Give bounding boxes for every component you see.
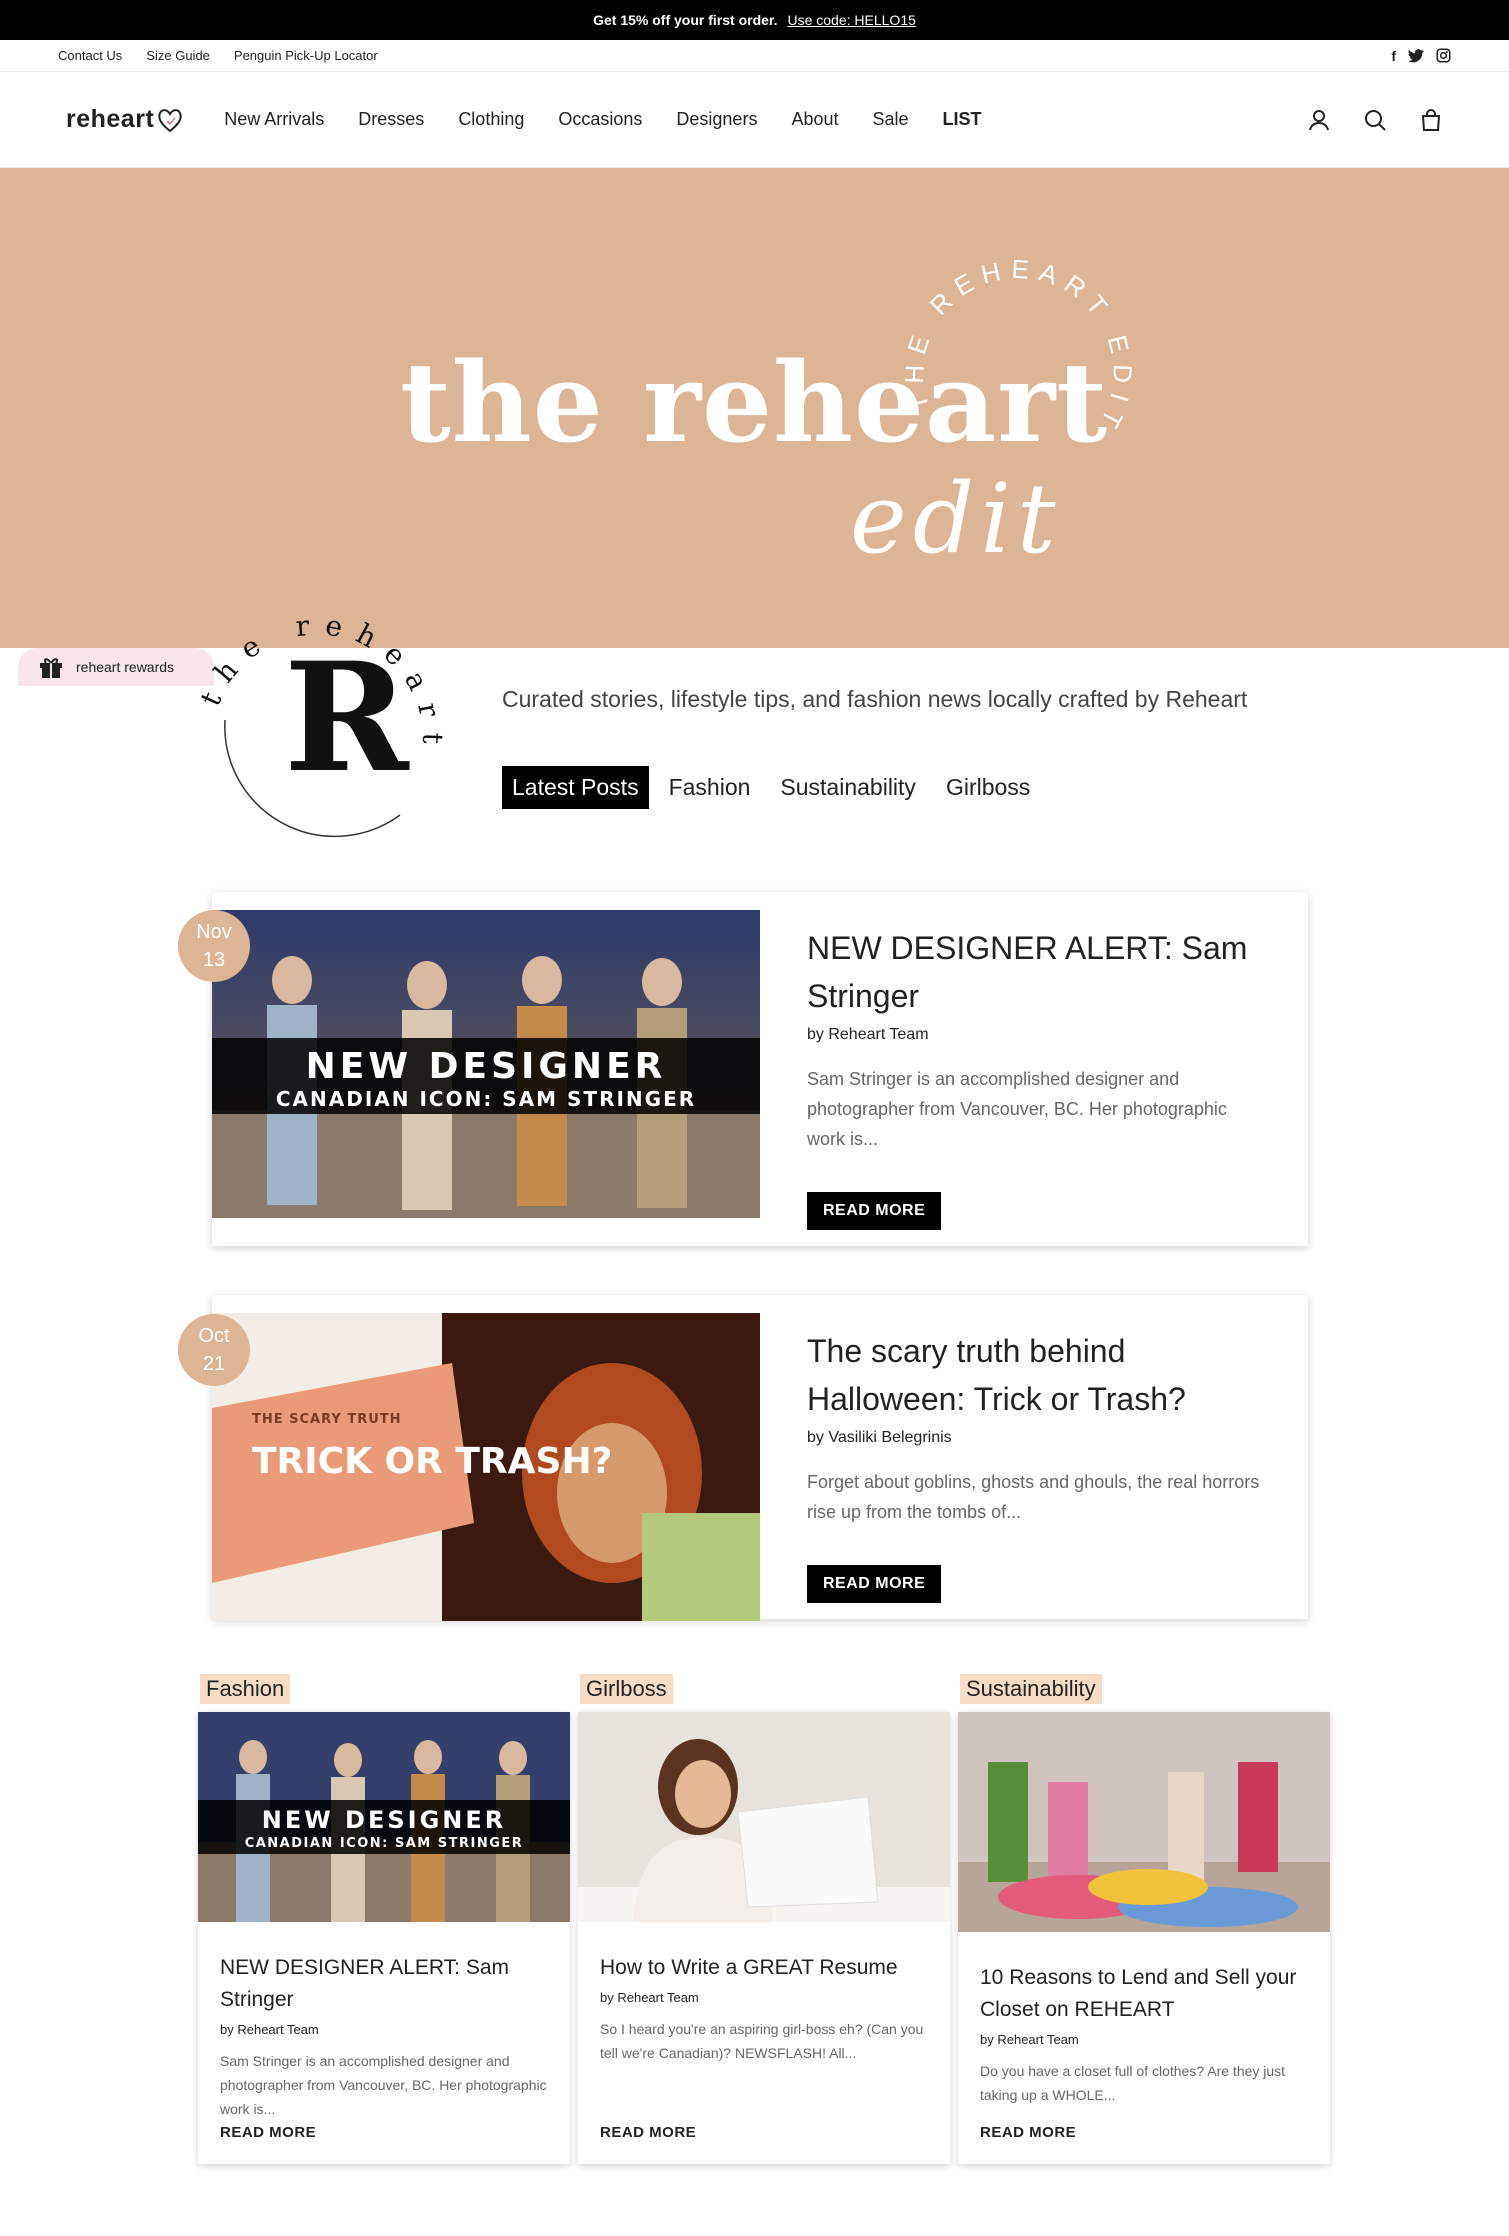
instagram-icon[interactable] [1436, 48, 1451, 63]
post-author: by Reheart Team [220, 2022, 319, 2037]
nav-clothing[interactable]: Clothing [458, 109, 524, 130]
post-image[interactable] [958, 1712, 1330, 1932]
post-title[interactable]: NEW DESIGNER ALERT: Sam Stringer [807, 924, 1267, 1020]
facebook-icon[interactable]: f [1391, 48, 1396, 64]
svg-text:CANADIAN ICON: SAM STRINGER: CANADIAN ICON: SAM STRINGER [276, 1087, 696, 1111]
post-image[interactable] [578, 1712, 950, 1922]
category-post-card: Fashion NEW DESIGNER CANADIAN ICON: SAM … [198, 1674, 570, 2164]
read-more-link[interactable]: READ MORE [980, 2124, 1076, 2141]
featured-post-card: THE SCARY TRUTH TRICK OR TRASH? The scar… [212, 1295, 1308, 1621]
account-icon[interactable] [1307, 108, 1331, 132]
date-day: 13 [202, 949, 226, 971]
read-more-link[interactable]: READ MORE [220, 2124, 316, 2141]
nav-occasions[interactable]: Occasions [558, 109, 642, 130]
rewards-launcher[interactable]: reheart rewards [18, 648, 214, 686]
post-author: by Vasiliki Belegrinis [807, 1429, 952, 1446]
post-title[interactable]: 10 Reasons to Lend and Sell your Closet … [980, 1962, 1316, 2026]
hero-title: the reheart [400, 338, 1109, 467]
featured-post-card: NEW DESIGNER CANADIAN ICON: SAM STRINGER… [212, 892, 1308, 1246]
svg-text:NEW DESIGNER: NEW DESIGNER [306, 1046, 667, 1087]
size-guide-link[interactable]: Size Guide [146, 48, 210, 63]
post-image[interactable]: NEW DESIGNER CANADIAN ICON: SAM STRINGER [212, 910, 760, 1218]
main-header: reheart New Arrivals Dresses Clothing Oc… [0, 72, 1509, 168]
gift-icon [40, 658, 62, 678]
nav-designers[interactable]: Designers [676, 109, 757, 130]
post-excerpt: So I heard you're an aspiring girl-boss … [600, 2021, 924, 2061]
hero-script: edit [850, 463, 1062, 575]
category-post-card: Girlboss How to Write a GREAT Resume by … [578, 1674, 950, 2164]
post-date-badge: Oct 21 [178, 1314, 250, 1386]
read-more-button[interactable]: READ MORE [807, 1565, 942, 1603]
read-more-button[interactable]: READ MORE [807, 1192, 942, 1230]
category-label[interactable]: Sustainability [960, 1674, 1102, 1704]
date-month: Nov [196, 921, 232, 943]
logo-text: reheart [66, 105, 155, 133]
category-label[interactable]: Girlboss [580, 1674, 673, 1704]
post-author: by Reheart Team [807, 1026, 929, 1043]
tab-fashion[interactable]: Fashion [659, 766, 761, 809]
cart-icon[interactable] [1419, 108, 1443, 132]
read-more-link[interactable]: READ MORE [600, 2124, 696, 2141]
post-title[interactable]: How to Write a GREAT Resume [600, 1952, 936, 1984]
post-image[interactable]: NEW DESIGNER CANADIAN ICON: SAM STRINGER [198, 1712, 570, 1922]
svg-text:NEW DESIGNER: NEW DESIGNER [262, 1806, 507, 1834]
blog-tagline: Curated stories, lifestyle tips, and fas… [502, 686, 1248, 712]
utility-bar: Contact Us Size Guide Penguin Pick-Up Lo… [0, 40, 1509, 72]
post-excerpt: Sam Stringer is an accomplished designer… [220, 2053, 547, 2117]
tab-latest-posts[interactable]: Latest Posts [502, 766, 649, 809]
hero-banner: THE REHEART EDIT the reheart edit [0, 168, 1509, 648]
heart-logo-icon [158, 108, 182, 132]
nav-list[interactable]: LIST [943, 109, 982, 130]
pickup-locator-link[interactable]: Penguin Pick-Up Locator [234, 48, 378, 63]
twitter-icon[interactable] [1408, 48, 1424, 63]
svg-text:THE SCARY TRUTH: THE SCARY TRUTH [252, 1412, 402, 1427]
svg-text:TRICK OR TRASH?: TRICK OR TRASH? [252, 1441, 612, 1482]
search-icon[interactable] [1363, 108, 1387, 132]
promo-code-link[interactable]: Use code: HELLO15 [787, 12, 915, 28]
post-title[interactable]: The scary truth behind Halloween: Trick … [807, 1327, 1267, 1423]
post-author: by Reheart Team [980, 2032, 1079, 2047]
rewards-label: reheart rewards [76, 659, 175, 675]
category-label[interactable]: Fashion [200, 1674, 291, 1704]
post-excerpt: Do you have a closet full of clothes? Ar… [980, 2063, 1286, 2103]
announcement-bar: Get 15% off your first order. Use code: … [0, 0, 1509, 40]
date-month: Oct [198, 1325, 230, 1347]
post-excerpt: Forget about goblins, ghosts and ghouls,… [807, 1472, 1260, 1522]
nav-sale[interactable]: Sale [873, 109, 909, 130]
main-nav: New Arrivals Dresses Clothing Occasions … [224, 109, 981, 130]
tab-girlboss[interactable]: Girlboss [936, 766, 1040, 809]
blog-category-tabs: Latest Posts Fashion Sustainability Girl… [502, 766, 1050, 809]
post-author: by Reheart Team [600, 1990, 699, 2005]
post-excerpt: Sam Stringer is an accomplished designer… [807, 1069, 1227, 1149]
nav-about[interactable]: About [791, 109, 838, 130]
edit-badge-logo: the reheart edit R [200, 590, 436, 838]
svg-text:CANADIAN ICON: SAM STRINGER: CANADIAN ICON: SAM STRINGER [245, 1836, 524, 1851]
contact-us-link[interactable]: Contact Us [58, 48, 122, 63]
date-day: 21 [202, 1353, 226, 1375]
nav-dresses[interactable]: Dresses [358, 109, 424, 130]
post-image[interactable]: THE SCARY TRUTH TRICK OR TRASH? [212, 1313, 760, 1621]
nav-new-arrivals[interactable]: New Arrivals [224, 109, 324, 130]
post-title[interactable]: NEW DESIGNER ALERT: Sam Stringer [220, 1952, 556, 2016]
post-date-badge: Nov 13 [178, 910, 250, 982]
tab-sustainability[interactable]: Sustainability [770, 766, 926, 809]
site-logo[interactable]: reheart [66, 105, 184, 134]
announcement-text: Get 15% off your first order. [593, 12, 778, 28]
category-post-card: Sustainability 10 Reasons to Lend and Se… [958, 1674, 1330, 2164]
svg-text:R: R [284, 630, 410, 806]
